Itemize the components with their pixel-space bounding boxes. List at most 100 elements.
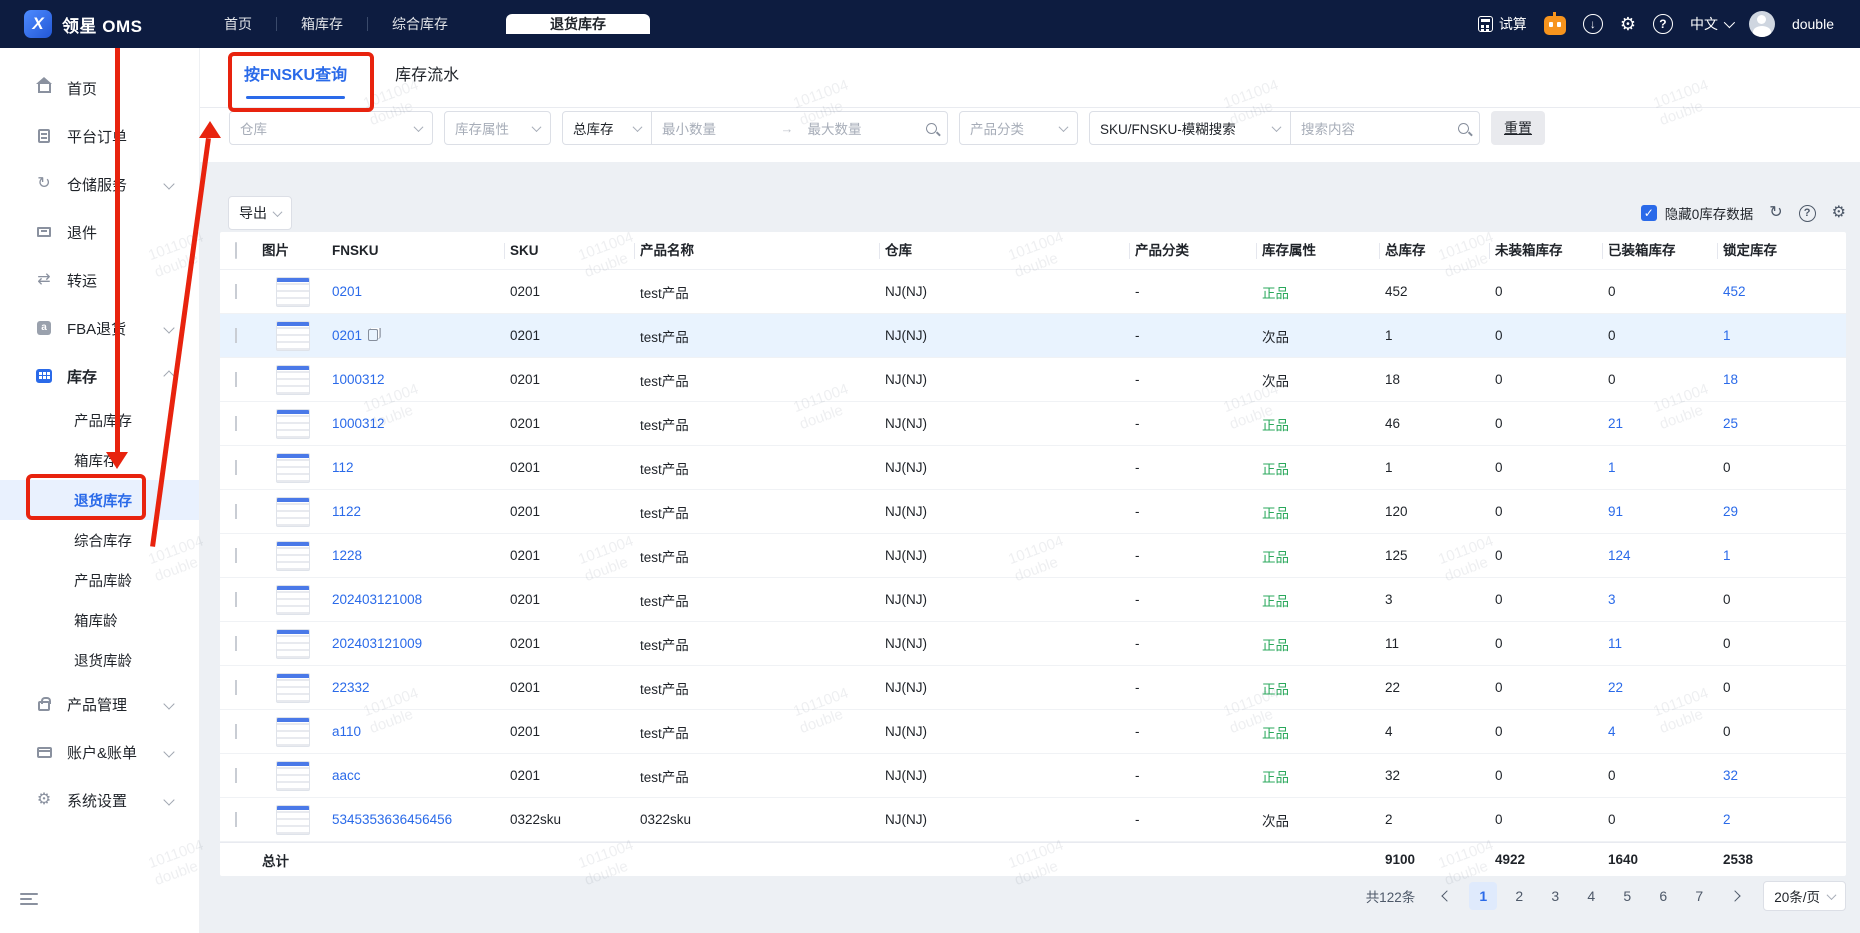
tab-inventory-flow[interactable]: 库存流水: [395, 61, 459, 99]
sidebar-item-home[interactable]: 首页: [0, 64, 199, 112]
row-checkbox[interactable]: [235, 460, 237, 475]
sidebar-item-returns[interactable]: 退件: [0, 208, 199, 256]
boxed-link[interactable]: 21: [1608, 416, 1623, 431]
page-button-1[interactable]: 1: [1469, 882, 1498, 910]
sidebar-subitem-return-age[interactable]: 退货库龄: [0, 640, 199, 680]
settings-icon[interactable]: ⚙: [1620, 14, 1636, 34]
fnsku-link[interactable]: 202403121008: [332, 592, 422, 607]
search-input[interactable]: 搜索内容: [1301, 118, 1458, 138]
row-checkbox[interactable]: [235, 592, 237, 607]
refresh-icon[interactable]: ↻: [1769, 205, 1782, 221]
product-category-select[interactable]: 产品分类: [959, 111, 1078, 145]
nav-item-home[interactable]: 首页: [200, 14, 276, 34]
boxed-link[interactable]: 124: [1608, 548, 1631, 563]
row-checkbox[interactable]: [235, 372, 237, 387]
min-quantity-input[interactable]: 最小数量: [662, 118, 781, 138]
product-thumbnail[interactable]: [276, 716, 310, 747]
boxed-link[interactable]: 91: [1608, 504, 1623, 519]
fnsku-link[interactable]: 5345353636456456: [332, 812, 452, 827]
boxed-link[interactable]: 4: [1608, 724, 1616, 739]
sidebar-subitem-box-age[interactable]: 箱库龄: [0, 600, 199, 640]
page-size-select[interactable]: 20条/页: [1763, 881, 1846, 911]
fnsku-link[interactable]: 1000312: [332, 372, 385, 387]
column-settings-icon[interactable]: ⚙: [1832, 205, 1846, 221]
row-checkbox[interactable]: [235, 812, 237, 827]
product-thumbnail[interactable]: [276, 364, 310, 395]
next-page-button[interactable]: [1721, 882, 1749, 910]
user-avatar[interactable]: [1748, 11, 1775, 37]
locked-link[interactable]: 29: [1723, 504, 1738, 519]
export-button[interactable]: 导出: [228, 196, 292, 230]
product-thumbnail[interactable]: [276, 584, 310, 615]
prev-page-button[interactable]: [1433, 882, 1461, 910]
sidebar-item-system-settings[interactable]: ⚙ 系统设置: [0, 776, 199, 824]
help-icon[interactable]: ?: [1652, 14, 1673, 34]
sidebar-subitem-return-inventory[interactable]: 退货库存: [0, 480, 199, 520]
product-thumbnail[interactable]: [276, 672, 310, 703]
row-checkbox[interactable]: [235, 724, 237, 739]
warehouse-select[interactable]: 仓库: [229, 111, 433, 145]
row-checkbox[interactable]: [235, 284, 237, 299]
copy-icon[interactable]: [368, 329, 379, 341]
product-thumbnail[interactable]: [276, 452, 310, 483]
search-icon[interactable]: [1458, 122, 1469, 134]
locked-link[interactable]: 452: [1723, 284, 1746, 299]
stock-attribute-select[interactable]: 库存属性: [444, 111, 551, 145]
fnsku-link[interactable]: 0201: [332, 284, 362, 299]
row-checkbox[interactable]: [235, 548, 237, 563]
sidebar-collapse-icon[interactable]: [20, 893, 38, 907]
search-mode-select[interactable]: SKU/FNSKU-模糊搜索: [1090, 112, 1290, 144]
product-thumbnail[interactable]: [276, 628, 310, 659]
fnsku-link[interactable]: a110: [332, 724, 361, 739]
locked-link[interactable]: 32: [1723, 768, 1738, 783]
page-button-7[interactable]: 7: [1685, 882, 1713, 910]
locked-link[interactable]: 1: [1723, 548, 1731, 563]
product-thumbnail[interactable]: [276, 276, 310, 307]
select-all-checkbox[interactable]: [235, 242, 237, 259]
fnsku-link[interactable]: 1228: [332, 548, 362, 563]
sidebar-subitem-product-age[interactable]: 产品库龄: [0, 560, 199, 600]
max-quantity-input[interactable]: 最大数量: [794, 118, 927, 138]
row-checkbox[interactable]: [235, 328, 237, 343]
fnsku-link[interactable]: 0201: [332, 328, 362, 343]
product-thumbnail[interactable]: [276, 804, 310, 835]
fnsku-link[interactable]: 202403121009: [332, 636, 422, 651]
page-button-6[interactable]: 6: [1649, 882, 1677, 910]
download-icon[interactable]: ↓: [1582, 14, 1603, 34]
fnsku-link[interactable]: 22332: [332, 680, 370, 695]
reset-button[interactable]: 重置: [1491, 111, 1545, 145]
nav-item-return-inventory-active[interactable]: 退货库存: [506, 14, 650, 34]
boxed-link[interactable]: 11: [1608, 636, 1622, 651]
page-button-3[interactable]: 3: [1541, 882, 1569, 910]
product-thumbnail[interactable]: [276, 496, 310, 527]
hide-zero-checkbox[interactable]: ✓: [1640, 205, 1657, 221]
fnsku-link[interactable]: 1122: [332, 504, 361, 519]
product-thumbnail[interactable]: [276, 320, 310, 351]
sidebar-item-fba-returns[interactable]: a FBA退货: [0, 304, 199, 352]
locked-link[interactable]: 25: [1723, 416, 1738, 431]
sidebar-subitem-combined-inventory[interactable]: 综合库存: [0, 520, 199, 560]
quantity-type-select[interactable]: 总库存: [563, 112, 651, 144]
boxed-link[interactable]: 22: [1608, 680, 1623, 695]
boxed-link[interactable]: 3: [1608, 592, 1616, 607]
tab-fnsku-query[interactable]: 按FNSKU查询: [244, 61, 347, 99]
language-switcher[interactable]: 中文: [1690, 14, 1736, 34]
sidebar-item-warehouse-service[interactable]: ↻ 仓储服务: [0, 160, 199, 208]
row-checkbox[interactable]: [235, 416, 237, 431]
locked-link[interactable]: 2: [1723, 812, 1731, 827]
fnsku-link[interactable]: aacc: [332, 768, 361, 783]
sidebar-item-inventory[interactable]: 库存: [0, 352, 199, 400]
nav-item-box-inventory[interactable]: 箱库存: [277, 14, 367, 34]
product-thumbnail[interactable]: [276, 760, 310, 791]
sidebar-subitem-box-inventory[interactable]: 箱库存: [0, 440, 199, 480]
fnsku-link[interactable]: 1000312: [332, 416, 385, 431]
nav-item-combined-inventory[interactable]: 综合库存: [368, 14, 472, 34]
row-checkbox[interactable]: [235, 504, 237, 519]
sidebar-item-platform-orders[interactable]: 平台订单: [0, 112, 199, 160]
help-circle-icon[interactable]: ?: [1798, 204, 1816, 222]
robot-assistant-icon[interactable]: [1543, 12, 1566, 35]
product-thumbnail[interactable]: [276, 540, 310, 571]
sidebar-item-account-billing[interactable]: 账户&账单: [0, 728, 199, 776]
locked-link[interactable]: 18: [1723, 372, 1738, 387]
search-icon[interactable]: [926, 122, 937, 134]
